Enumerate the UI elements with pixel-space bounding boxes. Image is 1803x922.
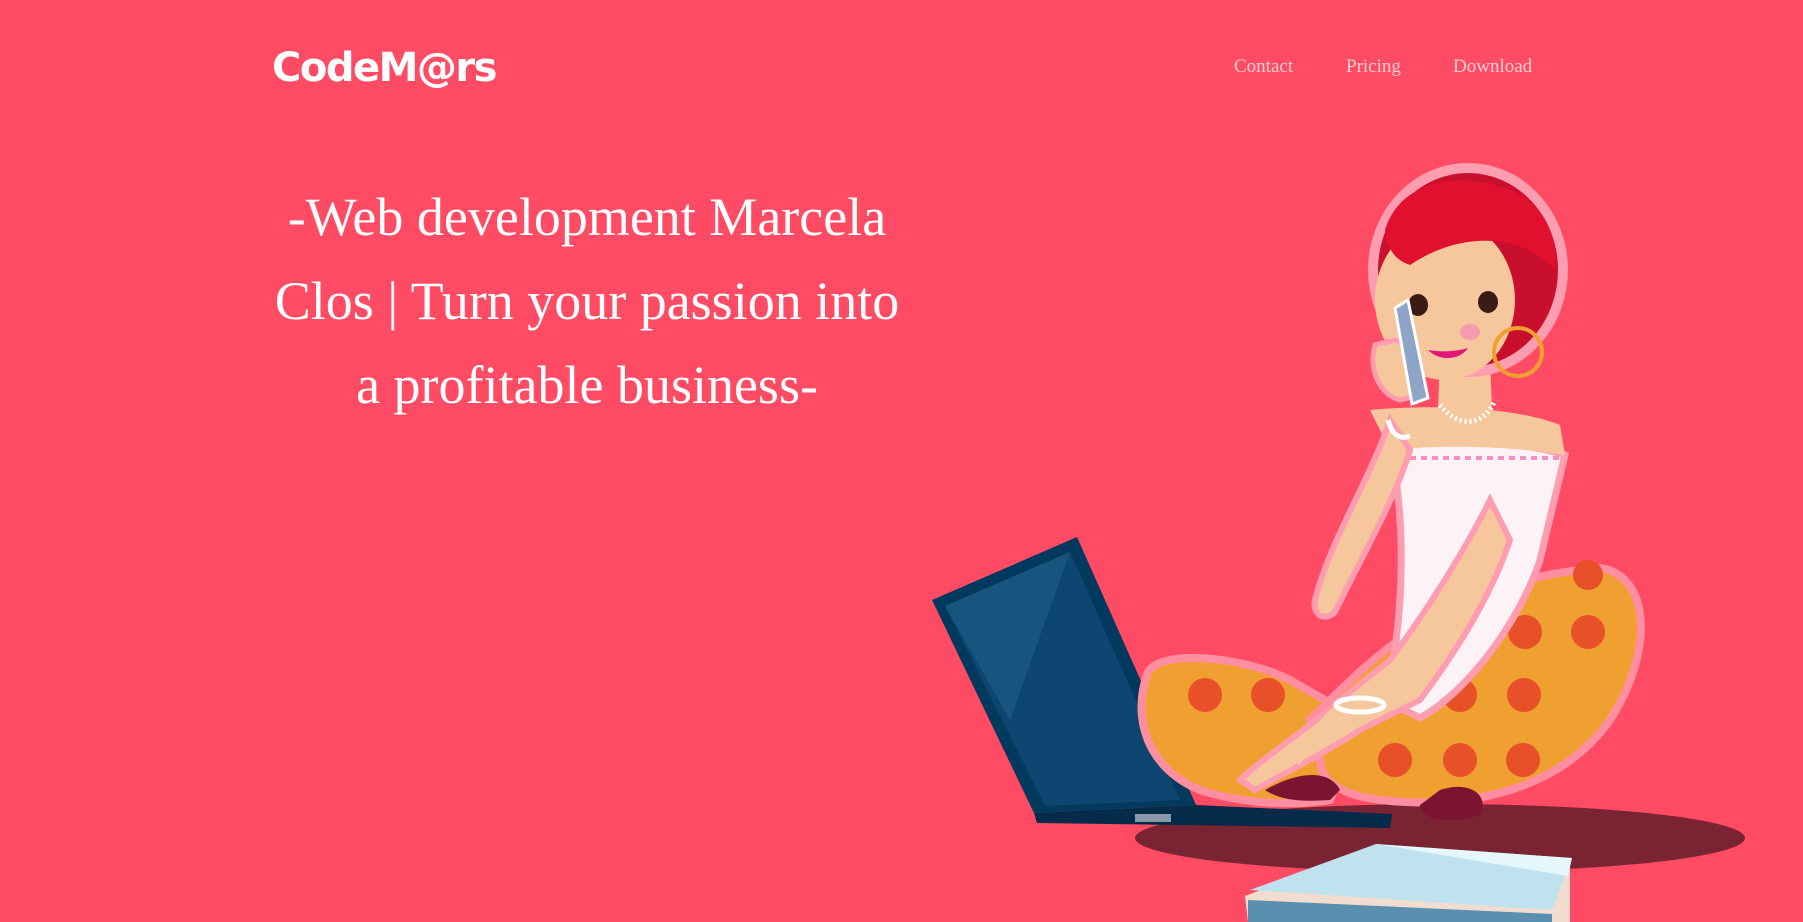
laptop-port bbox=[1135, 814, 1171, 822]
woman-laptop-illustration bbox=[932, 163, 1745, 922]
